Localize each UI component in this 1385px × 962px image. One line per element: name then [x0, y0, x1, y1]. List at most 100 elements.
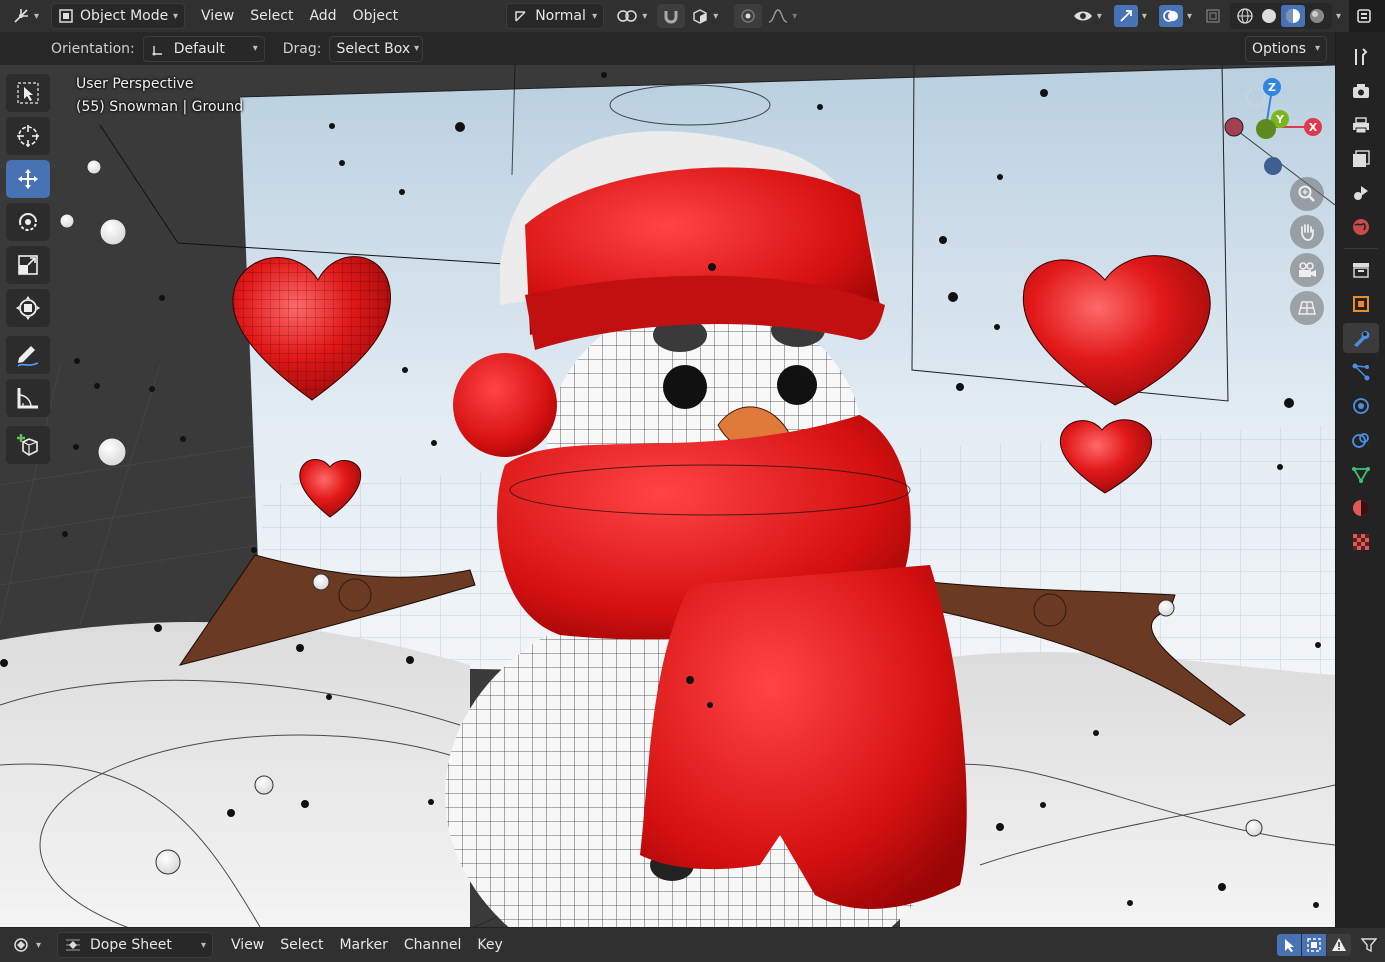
timeline-editor-type-button[interactable]: ▾: [6, 933, 47, 957]
tab-constraints[interactable]: [1343, 425, 1379, 455]
show-hidden-icon[interactable]: [1302, 934, 1326, 956]
orientation-axes-icon: [150, 41, 166, 57]
collection-box-icon: [1351, 260, 1371, 280]
chevron-down-icon: ▾: [642, 10, 648, 22]
wrench-screwdriver-icon: [1351, 47, 1371, 67]
chevron-down-icon: ▾: [173, 10, 179, 22]
camera-view-button[interactable]: [1290, 253, 1324, 287]
footer-menu-key[interactable]: Key: [469, 937, 510, 953]
overlays-toggle[interactable]: ▾: [1153, 4, 1198, 28]
chevron-down-icon: ▾: [1096, 10, 1102, 22]
tab-view-layer[interactable]: [1343, 144, 1379, 174]
wireframe-shading-icon[interactable]: [1233, 7, 1257, 25]
visibility-button[interactable]: ▾: [1067, 4, 1108, 28]
render-camera-icon: [1351, 81, 1371, 101]
select-cursor-icon: [15, 80, 41, 106]
options-label: Options: [1252, 40, 1307, 57]
checker-texture-icon: [1351, 532, 1371, 552]
tab-render[interactable]: [1343, 76, 1379, 106]
material-preview-icon[interactable]: [1280, 5, 1305, 27]
zoom-button[interactable]: [1290, 177, 1324, 211]
pan-button[interactable]: [1290, 215, 1324, 249]
dope-sheet-menus: View Select Marker Channel Key: [223, 937, 511, 953]
dope-sheet-filters: [1277, 934, 1381, 956]
header-menus: View Select Add Object: [193, 8, 406, 24]
tab-data[interactable]: [1343, 459, 1379, 489]
properties-editor-type-button[interactable]: [1349, 0, 1385, 32]
rotate-icon: [15, 209, 41, 235]
transform-tool[interactable]: [6, 289, 50, 327]
viewport-header: ▾ Object Mode ▾ View Select Add Object N…: [0, 0, 1385, 32]
tab-output[interactable]: [1343, 110, 1379, 140]
add-cube-tool[interactable]: [6, 426, 50, 464]
drag-label: Drag:: [282, 40, 322, 57]
solid-shading-icon[interactable]: [1257, 7, 1281, 25]
camera-icon: [1296, 260, 1318, 280]
ortho-toggle-button[interactable]: [1290, 291, 1324, 325]
measure-tool[interactable]: [6, 379, 50, 417]
proportional-edit-toggle[interactable]: [734, 4, 763, 28]
shading-switcher: [1229, 3, 1332, 29]
orientation-dropdown[interactable]: Default ▾: [142, 35, 265, 62]
object-mode-icon: [58, 8, 74, 24]
footer-menu-marker[interactable]: Marker: [331, 937, 395, 953]
object-square-icon: [1351, 294, 1371, 314]
gizmo-toggle[interactable]: ▾: [1108, 4, 1153, 28]
snap-toggle[interactable]: [657, 4, 686, 28]
menu-add[interactable]: Add: [301, 8, 344, 24]
filter-funnel-icon[interactable]: [1357, 934, 1381, 956]
tab-collection[interactable]: [1343, 255, 1379, 285]
viewport-scene: [0, 65, 1335, 927]
tab-object[interactable]: [1343, 289, 1379, 319]
move-tool[interactable]: [6, 160, 50, 198]
tab-physics[interactable]: [1343, 391, 1379, 421]
xray-toggle[interactable]: [1198, 4, 1228, 28]
menu-view[interactable]: View: [193, 8, 242, 24]
tab-material[interactable]: [1343, 493, 1379, 523]
gizmo-z-axis[interactable]: Z: [1263, 78, 1281, 96]
3d-viewport[interactable]: User Perspective (55) Snowman | Ground Z…: [0, 65, 1335, 927]
orientation-value: Default: [173, 40, 225, 57]
transform-orientation-dropdown[interactable]: Normal ▾: [506, 3, 605, 29]
physics-orbit-icon: [1351, 396, 1371, 416]
cursor-tool[interactable]: [6, 117, 50, 155]
annotate-tool[interactable]: [6, 336, 50, 374]
navigation-gizmo[interactable]: Z Y X: [1218, 75, 1330, 183]
drag-value: Select Box: [336, 40, 411, 57]
tab-texture[interactable]: [1343, 527, 1379, 557]
drag-dropdown[interactable]: Select Box ▾: [329, 35, 424, 62]
shading-options-chevron[interactable]: ▾: [1336, 11, 1341, 22]
falloff-curve-icon: [768, 8, 788, 24]
printer-icon: [1351, 115, 1371, 135]
mesh-data-icon: [1351, 464, 1371, 484]
only-selected-icon[interactable]: [1277, 934, 1301, 956]
falloff-button[interactable]: ▾: [762, 4, 803, 28]
options-dropdown[interactable]: Options ▾: [1245, 35, 1327, 62]
image-stack-icon: [1351, 149, 1371, 169]
grid-perspective-icon: [1297, 298, 1317, 318]
footer-menu-select[interactable]: Select: [272, 937, 331, 953]
tab-world[interactable]: [1343, 212, 1379, 242]
dope-sheet-mode-dropdown[interactable]: Dope Sheet ▾: [57, 932, 214, 958]
tab-modifiers[interactable]: [1343, 323, 1379, 353]
rendered-shading-icon[interactable]: [1305, 7, 1329, 25]
chevron-down-icon: ▾: [414, 43, 420, 54]
footer-menu-view[interactable]: View: [223, 937, 272, 953]
editor-type-button[interactable]: ▾: [6, 4, 45, 28]
pivot-point-button[interactable]: ▾: [610, 4, 653, 28]
rotate-tool[interactable]: [6, 203, 50, 241]
snap-target-button[interactable]: ▾: [685, 4, 724, 28]
gizmo-x-axis[interactable]: X: [1304, 118, 1322, 136]
footer-menu-channel[interactable]: Channel: [396, 937, 469, 953]
menu-object[interactable]: Object: [345, 8, 407, 24]
scale-tool[interactable]: [6, 246, 50, 284]
gizmo-negative-y[interactable]: [1256, 119, 1276, 139]
mode-dropdown[interactable]: Object Mode ▾: [51, 3, 186, 29]
warning-icon[interactable]: [1327, 934, 1351, 956]
orientation-icon: [513, 8, 529, 24]
tab-tool[interactable]: [1343, 42, 1379, 72]
tab-scene[interactable]: [1343, 178, 1379, 208]
select-box-tool[interactable]: [6, 74, 50, 112]
menu-select[interactable]: Select: [242, 8, 301, 24]
tab-particles[interactable]: [1343, 357, 1379, 387]
